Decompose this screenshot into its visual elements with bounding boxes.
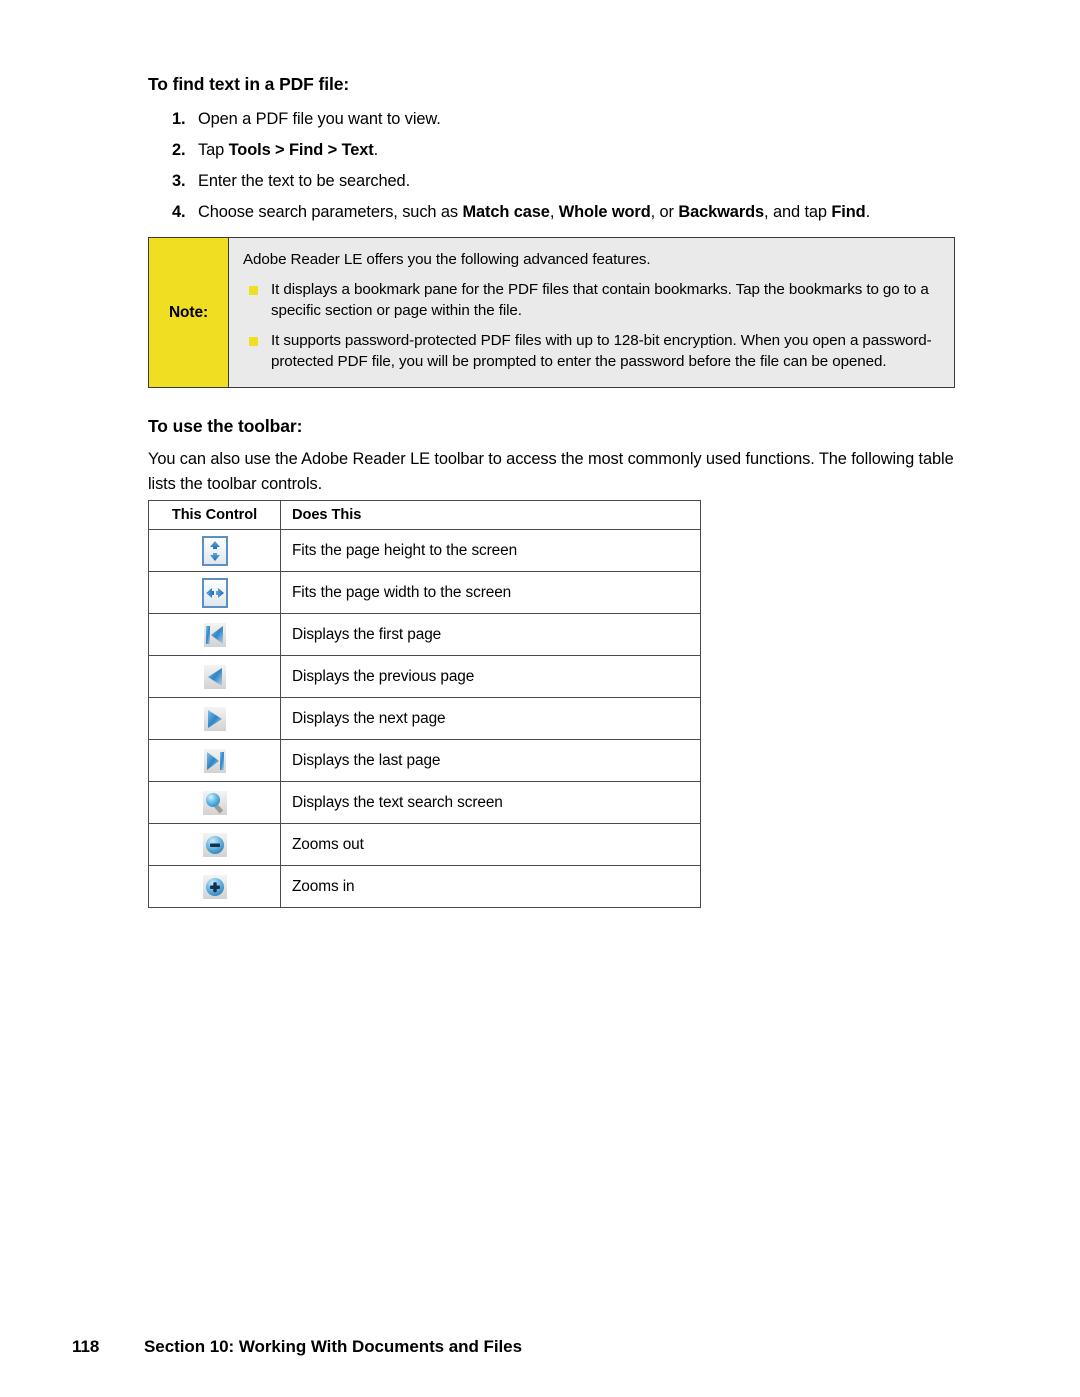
table-row: Displays the previous page — [148, 655, 701, 698]
step-text-bold-text: Text — [341, 141, 374, 159]
icon-cell — [148, 655, 281, 698]
step-text-bold-find: Find — [831, 203, 866, 221]
page-footer: 118 Section 10: Working With Documents an… — [72, 1337, 522, 1357]
table-row: Displays the last page — [148, 739, 701, 782]
control-description: Zooms out — [280, 823, 701, 866]
icon-cell — [148, 697, 281, 740]
step-text-separator: , and tap — [764, 203, 832, 221]
toolbar-controls-table: This Control Does This Fits the page hei… — [148, 500, 701, 908]
note-label: Note: — [168, 303, 209, 321]
step-text-bold-find: Find — [288, 141, 324, 159]
icon-cell — [148, 781, 281, 824]
control-description: Displays the previous page — [280, 655, 701, 698]
step-text: Open a PDF file you want to view. — [198, 110, 441, 128]
step-text-tail: . — [373, 141, 379, 159]
icon-cell — [148, 613, 281, 656]
note-label-cell: Note: — [149, 238, 229, 387]
note-content: Adobe Reader LE offers you the following… — [229, 238, 954, 387]
step-number: 2. — [172, 141, 186, 159]
note-callout-box: Note: Adobe Reader LE offers you the fol… — [148, 237, 955, 388]
previous-page-icon[interactable] — [202, 663, 228, 691]
control-description: Zooms in — [280, 865, 701, 908]
page-title-find-text: To find text in a PDF file: — [148, 74, 350, 94]
fit-page-height-icon[interactable] — [201, 535, 228, 566]
note-bullet-item: It supports password-protected PDF files… — [243, 331, 940, 372]
bullet-square-icon — [249, 286, 258, 295]
list-item-step-4: 4. Choose search parameters, such as Matc… — [172, 202, 870, 222]
last-page-icon[interactable] — [202, 747, 228, 775]
step-text-tail: . — [865, 203, 871, 221]
control-description: Fits the page width to the screen — [280, 571, 701, 614]
step-number: 4. — [172, 203, 186, 221]
step-number: 3. — [172, 172, 186, 190]
bullet-square-icon — [249, 337, 258, 346]
step-text-bold-whole-word: Whole word — [558, 203, 651, 221]
page-title-use-toolbar: To use the toolbar: — [148, 416, 303, 436]
note-bullet-text: It supports password-protected PDF files… — [271, 332, 932, 370]
step-text-separator: > — [323, 141, 342, 159]
icon-cell — [148, 823, 281, 866]
table-row: Displays the next page — [148, 697, 701, 740]
table-row: Zooms in — [148, 865, 701, 908]
text-search-icon[interactable] — [201, 789, 229, 817]
table-row: Fits the page width to the screen — [148, 571, 701, 614]
control-description: Displays the next page — [280, 697, 701, 740]
note-bullet-item: It displays a bookmark pane for the PDF … — [243, 280, 940, 321]
icon-cell — [148, 865, 281, 908]
step-text-lead: Choose search parameters, such as — [198, 203, 463, 221]
icon-cell — [148, 739, 281, 782]
note-intro-text: Adobe Reader LE offers you the following… — [243, 251, 651, 268]
table-header-row: This Control Does This — [148, 500, 701, 530]
zoom-out-icon[interactable] — [201, 832, 229, 858]
icon-cell — [148, 529, 281, 572]
step-text-separator: , or — [650, 203, 679, 221]
document-page: To find text in a PDF file: 1. Open a PDF… — [0, 0, 1080, 1397]
note-bullet-text: It displays a bookmark pane for the PDF … — [271, 281, 929, 319]
icon-cell — [148, 571, 281, 614]
table-row: Fits the page height to the screen — [148, 529, 701, 572]
step-text-bold-backwards: Backwards — [678, 203, 765, 221]
control-description: Displays the last page — [280, 739, 701, 782]
control-description: Displays the text search screen — [280, 781, 701, 824]
control-description: Fits the page height to the screen — [280, 529, 701, 572]
zoom-in-icon[interactable] — [201, 874, 229, 900]
step-text-lead: Tap — [198, 141, 229, 159]
table-row: Displays the first page — [148, 613, 701, 656]
fit-page-width-icon[interactable] — [201, 577, 228, 608]
step-text-separator: > — [270, 141, 289, 159]
list-item-step-3: 3. Enter the text to be searched. — [172, 171, 410, 191]
column-header-this-control: This Control — [148, 500, 281, 530]
page-number: 118 — [72, 1337, 100, 1356]
control-description: Displays the first page — [280, 613, 701, 656]
table-row: Zooms out — [148, 823, 701, 866]
step-text-bold-tools: Tools — [228, 141, 271, 159]
list-item-step-2: 2. Tap Tools > Find > Text. — [172, 140, 378, 160]
step-text-separator: , — [549, 203, 559, 221]
step-text-bold-match-case: Match case — [462, 203, 550, 221]
table-row: Displays the text search screen — [148, 781, 701, 824]
column-header-does-this: Does This — [280, 500, 701, 530]
next-page-icon[interactable] — [202, 705, 228, 733]
step-text: Enter the text to be searched. — [198, 172, 411, 190]
first-page-icon[interactable] — [202, 621, 228, 649]
list-item-step-1: 1. Open a PDF file you want to view. — [172, 109, 441, 129]
step-number: 1. — [172, 110, 186, 128]
footer-section-title: Section 10: Working With Documents and F… — [144, 1337, 522, 1356]
toolbar-intro-paragraph: You can also use the Adobe Reader LE too… — [148, 450, 954, 493]
